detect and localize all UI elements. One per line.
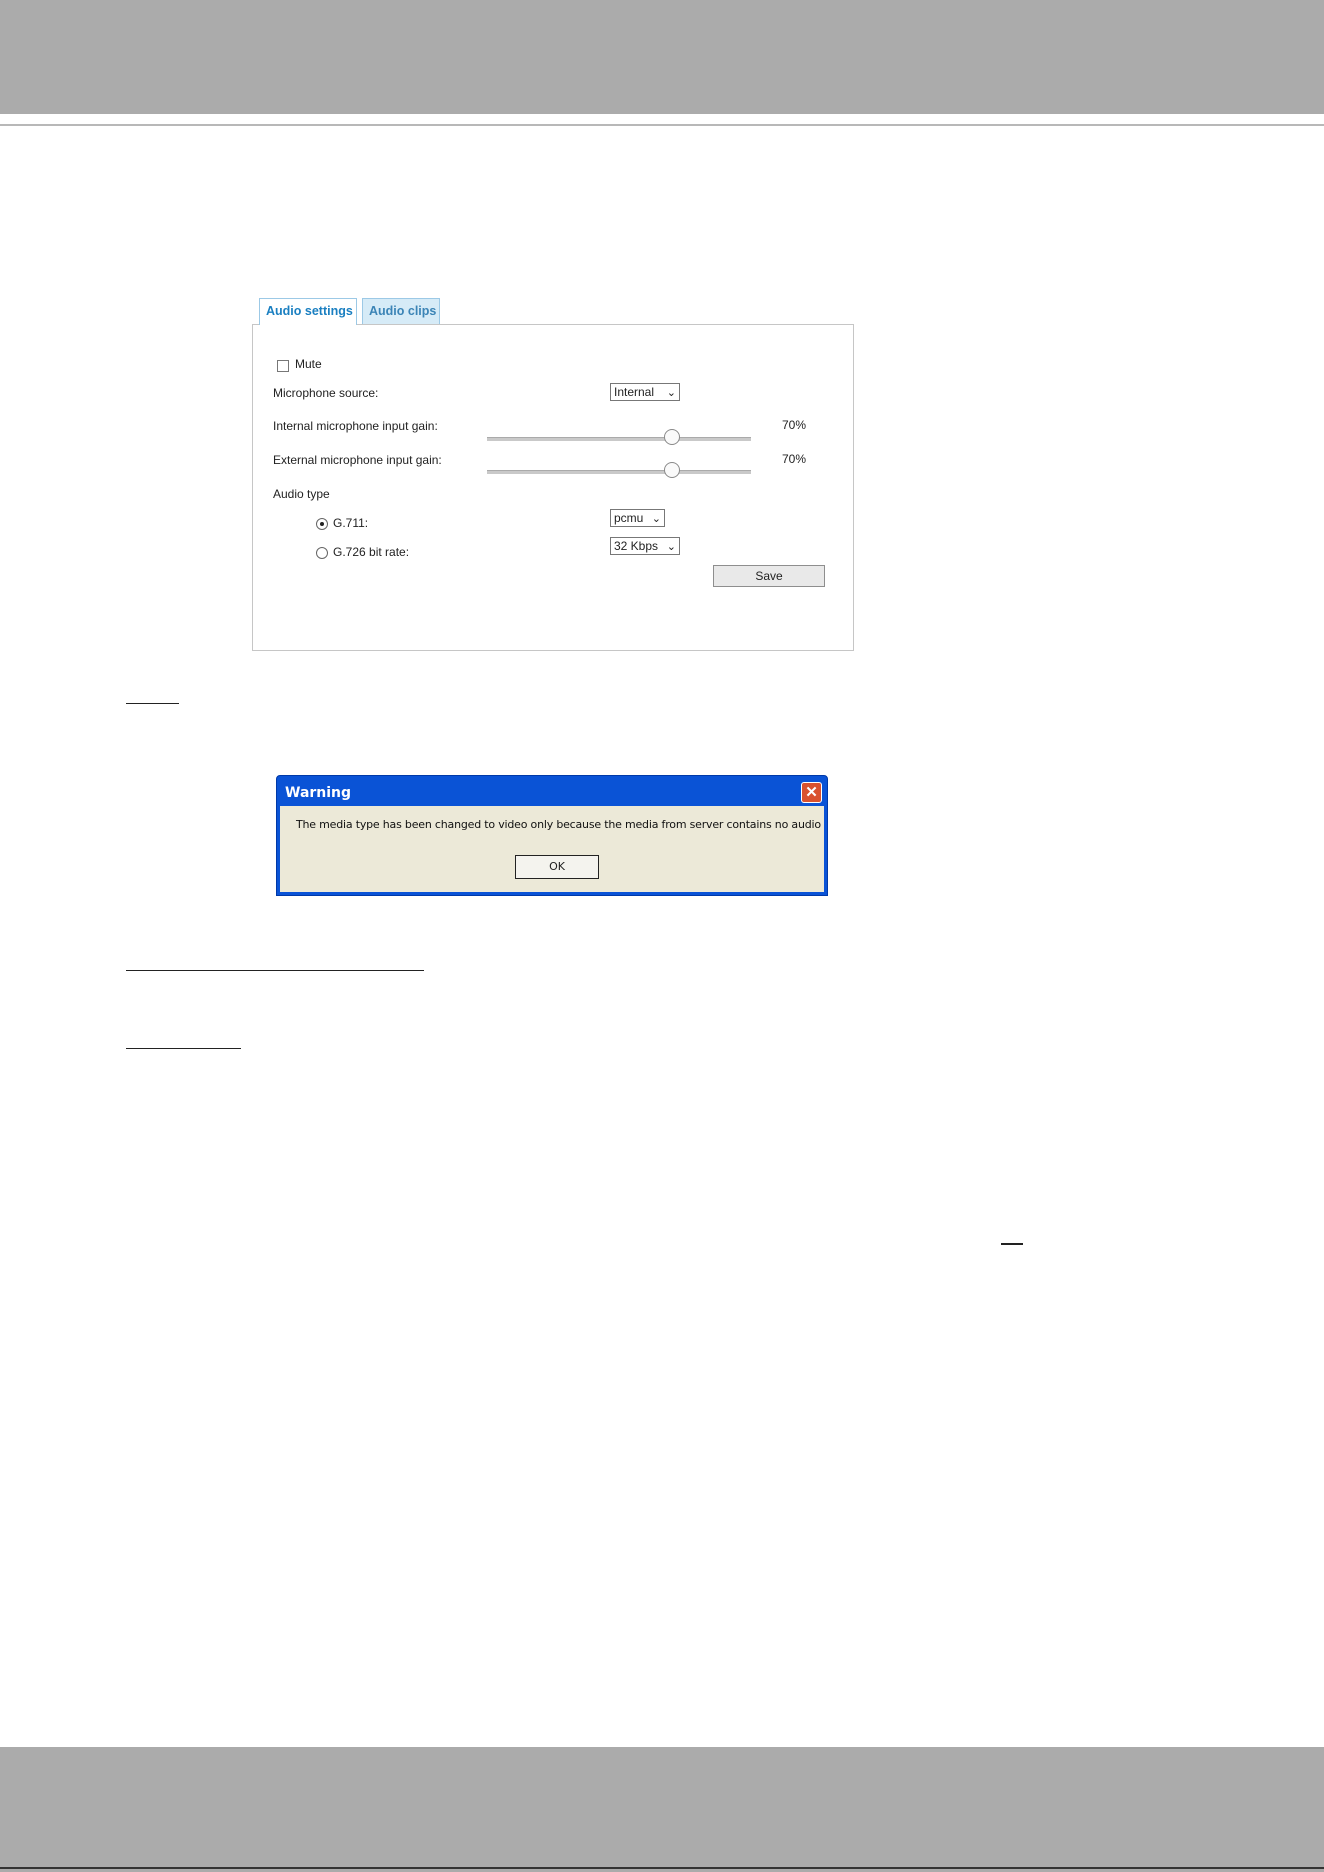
dialog-body: The media type has been changed to video… xyxy=(280,806,824,892)
page-header-band xyxy=(0,0,1324,114)
heading-underline xyxy=(126,970,424,971)
external-gain-label: External microphone input gain: xyxy=(273,453,442,467)
g726-label: G.726 bit rate: xyxy=(333,545,410,559)
microphone-source-label: Microphone source: xyxy=(273,386,379,400)
chevron-down-icon: ⌄ xyxy=(666,541,676,553)
header-divider xyxy=(0,124,1324,126)
chevron-down-icon: ⌄ xyxy=(651,513,661,525)
dialog-title: Warning xyxy=(285,785,352,801)
audio-settings-panel: Mute Microphone source: Internal ⌄ Inter… xyxy=(252,324,854,651)
tab-audio-clips[interactable]: Audio clips xyxy=(362,298,440,324)
external-gain-slider[interactable] xyxy=(487,470,751,474)
audio-type-label: Audio type xyxy=(273,487,330,501)
heading-underline xyxy=(126,703,179,704)
external-gain-value: 70% xyxy=(782,452,807,466)
tab-audio-settings[interactable]: Audio settings xyxy=(259,298,357,325)
close-icon[interactable]: ✕ xyxy=(801,782,822,803)
internal-gain-slider[interactable] xyxy=(487,437,751,441)
microphone-source-select[interactable]: Internal ⌄ xyxy=(610,383,680,401)
external-gain-slider-handle[interactable] xyxy=(663,462,680,478)
g726-bitrate-select[interactable]: 32 Kbps ⌄ xyxy=(610,537,680,555)
g711-label: G.711: xyxy=(333,516,369,530)
dialog-message: The media type has been changed to video… xyxy=(296,818,821,831)
microphone-source-value: Internal xyxy=(614,385,655,399)
chevron-down-icon: ⌄ xyxy=(666,387,676,399)
footer-divider xyxy=(0,1867,1324,1869)
g726-radio[interactable] xyxy=(316,547,328,559)
g711-select[interactable]: pcmu ⌄ xyxy=(610,509,665,527)
mute-checkbox[interactable] xyxy=(277,360,289,372)
ok-button[interactable]: OK xyxy=(515,855,599,879)
mute-label: Mute xyxy=(295,357,322,371)
warning-dialog: Warning ✕ The media type has been change… xyxy=(276,775,828,896)
save-button[interactable]: Save xyxy=(713,565,825,587)
internal-gain-label: Internal microphone input gain: xyxy=(273,419,438,433)
internal-gain-value: 70% xyxy=(782,418,807,432)
g711-radio[interactable] xyxy=(316,518,328,530)
dash-mark xyxy=(1001,1243,1023,1245)
internal-gain-slider-handle[interactable] xyxy=(663,429,680,445)
g726-value: 32 Kbps xyxy=(614,539,659,553)
g711-value: pcmu xyxy=(614,511,644,525)
heading-underline xyxy=(126,1048,241,1049)
page-footer-band xyxy=(0,1747,1324,1872)
